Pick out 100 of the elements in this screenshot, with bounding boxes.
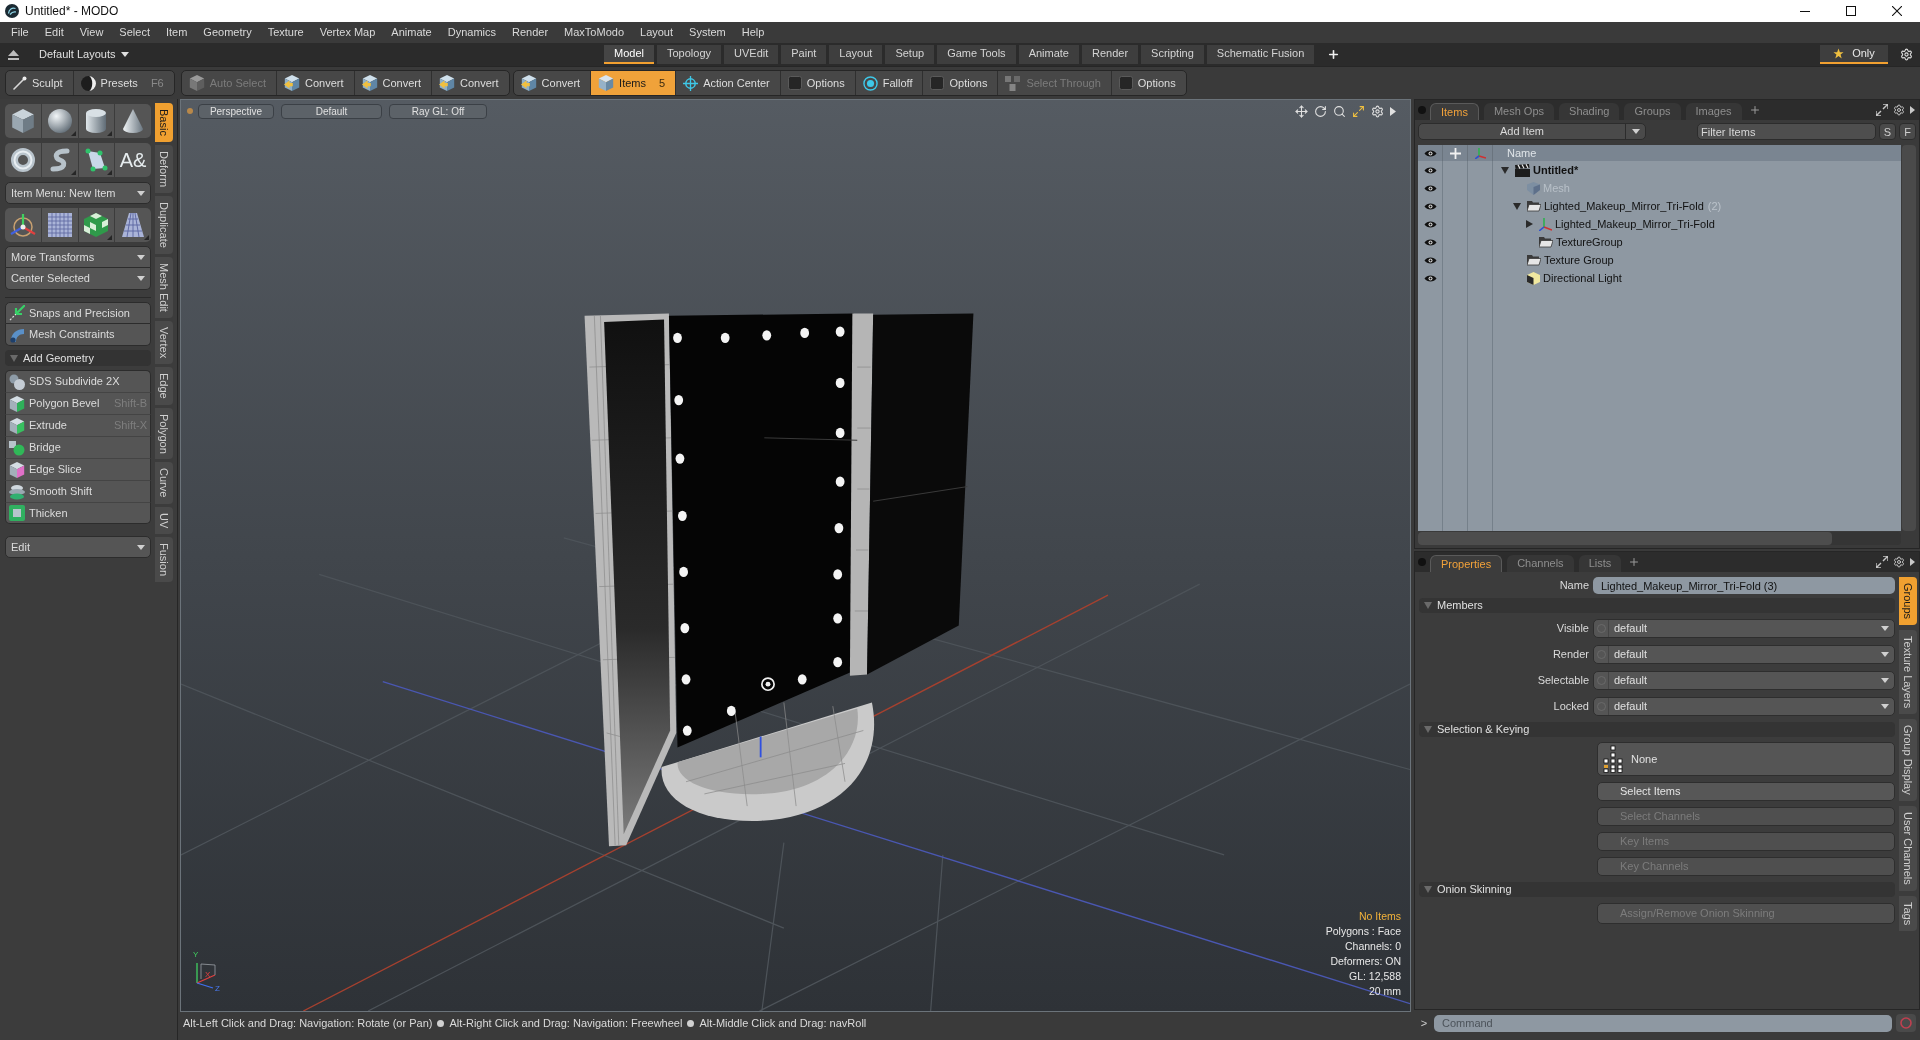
layout-tab[interactable]: Scripting [1141, 45, 1204, 64]
expand-arrow-icon[interactable] [1525, 220, 1533, 228]
tool-button[interactable]: Thicken [5, 502, 151, 524]
menu-item[interactable]: MaxToModo [556, 24, 632, 41]
dot-icon[interactable] [1418, 558, 1426, 566]
tool-tab[interactable]: UV [155, 506, 173, 535]
items-button[interactable]: Items 5 [590, 71, 676, 95]
section-header[interactable]: Onion Skinning [1419, 882, 1895, 897]
menu-item[interactable]: Animate [383, 24, 440, 41]
side-tab[interactable]: User Channels [1899, 805, 1917, 891]
side-tab[interactable]: Texture Layers [1899, 630, 1917, 715]
layout-tab[interactable]: Animate [1018, 45, 1079, 64]
play-arrow-icon[interactable] [1390, 106, 1396, 116]
convert-button[interactable]: Convert [513, 71, 591, 95]
dropdown[interactable]: More Transforms [5, 246, 151, 268]
search-icon[interactable] [1333, 104, 1346, 118]
side-tab[interactable]: Tags [1899, 895, 1917, 931]
dropdown[interactable]: default [1593, 697, 1895, 716]
layout-tab[interactable]: Game Tools [937, 45, 1016, 64]
panel-tab[interactable]: Shading [1559, 103, 1620, 120]
menu-item[interactable]: System [681, 24, 734, 41]
dropdown[interactable]: default [1593, 619, 1895, 638]
tree-item-label[interactable]: Texture Group [1544, 251, 1614, 269]
tree-item-label[interactable]: TextureGroup [1556, 233, 1623, 251]
panel-tab[interactable]: Lists [1578, 555, 1622, 572]
collapse-arrow-icon[interactable] [1501, 166, 1509, 174]
dropdown[interactable]: Center Selected [5, 268, 151, 290]
eye-icon[interactable] [1423, 237, 1437, 247]
side-tab[interactable]: Groups [1899, 577, 1917, 626]
pyramid-button[interactable] [115, 208, 151, 242]
tool-tab[interactable]: Polygon [155, 407, 173, 460]
checkbox-icon[interactable] [787, 76, 802, 90]
menu-item[interactable]: Item [157, 24, 196, 41]
dropdown[interactable]: default [1593, 671, 1895, 690]
filter-toggle-button[interactable]: S [1879, 123, 1896, 140]
eye-icon[interactable] [1423, 183, 1437, 193]
torus-button[interactable] [5, 143, 41, 177]
checker-button[interactable] [78, 208, 115, 242]
falloff-button[interactable]: Falloff [854, 71, 923, 95]
layout-tab[interactable]: Topology [656, 45, 721, 64]
side-tab[interactable]: Group Display [1899, 719, 1917, 801]
convert-button[interactable]: Convert [276, 71, 354, 95]
tool-tab[interactable]: Duplicate [155, 195, 173, 254]
dropdown[interactable]: Item Menu: New Item [5, 182, 151, 204]
menu-item[interactable]: View [71, 24, 112, 41]
action-center-button[interactable]: Action Center [675, 71, 780, 95]
filter-field[interactable]: Filter Items [1697, 123, 1876, 140]
vertical-scrollbar[interactable] [1902, 145, 1916, 531]
tool-button[interactable]: Edge Slice [5, 458, 151, 480]
dot-icon[interactable] [187, 108, 193, 114]
layout-tab[interactable]: Model [604, 45, 654, 64]
checkbox-icon[interactable] [1118, 76, 1133, 90]
menu-item[interactable]: File [3, 24, 37, 41]
add-item-dropdown[interactable]: Add Item [1418, 123, 1646, 140]
layouts-dropdown[interactable]: Default Layouts [39, 46, 130, 63]
add-tab-icon[interactable] [1327, 48, 1341, 61]
menu-item[interactable]: Vertex Map [311, 24, 384, 41]
tree-item-label[interactable]: Lighted_Makeup_Mirror_Tri-Fold [1555, 215, 1715, 233]
cylinder-button[interactable] [78, 104, 115, 138]
expand-arrows-icon[interactable] [1352, 104, 1365, 118]
tool-tab[interactable]: Basic [155, 103, 173, 142]
expand-arrows-icon[interactable] [1876, 556, 1888, 568]
preset-button[interactable]: None [1597, 742, 1895, 776]
view-option-button[interactable]: Default [281, 103, 382, 119]
tree-item-label[interactable]: Untitled* [1533, 161, 1579, 179]
layout-tab[interactable]: Setup [885, 45, 935, 64]
move-icon[interactable] [1295, 104, 1308, 118]
layout-tab[interactable]: UVEdit [724, 45, 779, 64]
presets-button[interactable]: Presets F6 [72, 71, 174, 95]
eye-icon[interactable] [1423, 165, 1437, 175]
menu-item[interactable]: Edit [36, 24, 72, 41]
dropdown[interactable]: default [1593, 645, 1895, 664]
dot-icon[interactable] [1418, 106, 1426, 114]
menu-item[interactable]: Select [111, 24, 158, 41]
layout-tab[interactable]: Schematic Fusion [1206, 45, 1315, 64]
tool-button[interactable]: Mesh Constraints [5, 324, 151, 346]
section-header[interactable]: Selection & Keying [1419, 722, 1895, 737]
expand-arrows-icon[interactable] [1876, 104, 1888, 116]
tool-tab[interactable]: Edge [155, 366, 173, 405]
menu-item[interactable]: Geometry [195, 24, 260, 41]
command-field[interactable]: Command [1434, 1014, 1892, 1032]
panel-tab[interactable]: Channels [1507, 555, 1574, 572]
tool-button[interactable]: Snaps and Precision [5, 302, 151, 324]
filter-toggle-button[interactable]: F [1899, 123, 1916, 140]
section-header[interactable]: Add Geometry [5, 350, 151, 366]
panel-tab[interactable]: Properties [1430, 555, 1503, 572]
tool-tab[interactable]: Curve [155, 462, 173, 504]
tool-tab[interactable]: Mesh Edit [155, 256, 173, 318]
eye-icon[interactable] [1423, 255, 1437, 265]
up-arrow-icon[interactable] [8, 49, 19, 60]
only-filter-button[interactable]: Only [1820, 45, 1888, 64]
capsule-button[interactable] [41, 143, 78, 177]
tool-button[interactable]: SDS Subdivide 2X [5, 370, 151, 392]
eye-icon[interactable] [1423, 201, 1437, 211]
menu-item[interactable]: Dynamics [439, 24, 504, 41]
grid-button[interactable] [41, 208, 78, 242]
options-button[interactable]: Options [1110, 71, 1186, 95]
checkbox-icon[interactable] [930, 76, 945, 90]
settings-icon[interactable] [1893, 556, 1905, 568]
eye-icon[interactable] [1423, 273, 1437, 283]
